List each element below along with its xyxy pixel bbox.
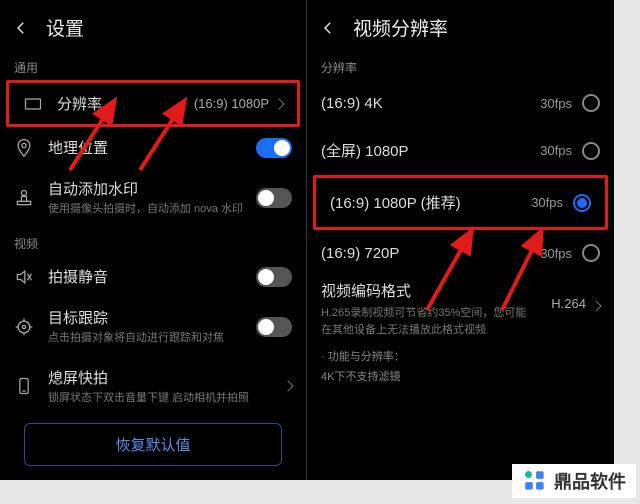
res-fps: 30fps (540, 143, 572, 158)
res-fps: 30fps (540, 96, 572, 111)
page-title: 视频分辨率 (353, 14, 448, 41)
section-video-label: 视频 (0, 227, 306, 256)
res-option-720p[interactable]: (16:9) 720P 30fps (307, 230, 614, 276)
watermark-text: 鼎品软件 (554, 468, 626, 494)
highlight-1080p: (16:9) 1080P (推荐) 30fps (313, 175, 608, 230)
row-screenoff[interactable]: 熄屏快拍 锁屏状态下双击音量下键 启动相机并拍照 (0, 357, 306, 416)
resolution-value: (16:9) 1080P (194, 96, 269, 111)
section-res-label: 分辨率 (307, 51, 614, 80)
header: 设置 (0, 0, 306, 51)
mute-label: 拍摄静音 (48, 266, 256, 287)
res-label: (16:9) 4K (321, 95, 540, 112)
row-encoding[interactable]: 视频编码格式 H.265录制视频可节省约35%空间，您可能在其他设备上无法播放此… (307, 276, 614, 346)
chevron-right-icon (590, 300, 601, 311)
mute-toggle[interactable] (256, 267, 292, 287)
res-option-fullscreen-1080p[interactable]: (全屏) 1080P 30fps (307, 126, 614, 175)
note-line: · 功能与分辨率： (307, 346, 614, 366)
stamp-icon (14, 188, 34, 208)
tracking-label: 目标跟踪 (48, 307, 256, 328)
mute-icon (14, 267, 34, 287)
target-icon (14, 317, 34, 337)
location-icon (14, 138, 34, 158)
res-label: (全屏) 1080P (321, 140, 540, 161)
highlight-resolution: 分辨率 (16:9) 1080P (6, 80, 300, 127)
resolution-label: 分辨率 (57, 93, 194, 114)
encoding-value: H.264 (551, 296, 592, 311)
section-general-label: 通用 (0, 51, 306, 80)
screenoff-label: 熄屏快拍 (48, 367, 284, 388)
screenoff-sub: 锁屏状态下双击音量下键 启动相机并拍照 (48, 391, 284, 406)
watermark-label: 自动添加水印 (48, 178, 256, 199)
row-mute[interactable]: 拍摄静音 (0, 256, 306, 297)
back-icon[interactable] (12, 19, 30, 37)
chevron-right-icon (273, 98, 284, 109)
page-title: 设置 (46, 14, 84, 41)
res-option-1080p[interactable]: (16:9) 1080P (推荐) 30fps (316, 178, 605, 227)
logo-icon (522, 468, 548, 494)
resolution-icon (23, 94, 43, 114)
row-geolocation[interactable]: 地理位置 (0, 127, 306, 168)
res-fps: 30fps (540, 246, 572, 261)
radio-icon[interactable] (582, 142, 600, 160)
header: 视频分辨率 (307, 0, 614, 51)
watermark-toggle[interactable] (256, 188, 292, 208)
watermark: 鼎品软件 (512, 464, 636, 498)
row-tracking[interactable]: 目标跟踪 点击拍摄对象将自动进行跟踪和对焦 (0, 297, 306, 356)
tracking-toggle[interactable] (256, 317, 292, 337)
chevron-right-icon (282, 381, 293, 392)
phone-icon (14, 376, 34, 396)
res-option-4k[interactable]: (16:9) 4K 30fps (307, 80, 614, 126)
radio-icon[interactable] (582, 94, 600, 112)
back-icon[interactable] (319, 19, 337, 37)
radio-icon[interactable] (582, 244, 600, 262)
res-label: (16:9) 720P (321, 245, 540, 262)
row-watermark[interactable]: 自动添加水印 使用摄像头拍摄时，自动添加 nova 水印 (0, 168, 306, 227)
encoding-sub: H.265录制视频可节省约35%空间，您可能在其他设备上无法播放此格式视频 (307, 301, 551, 346)
restore-defaults-button[interactable]: 恢复默认值 (24, 423, 282, 466)
encoding-title: 视频编码格式 (307, 280, 551, 301)
note-line: 4K下不支持滤镜 (307, 366, 614, 386)
settings-panel: 设置 通用 分辨率 (16:9) 1080P 地理位置 自动添加水印 使用摄像头… (0, 0, 307, 480)
video-resolution-panel: 视频分辨率 分辨率 (16:9) 4K 30fps (全屏) 1080P 30f… (307, 0, 614, 480)
watermark-sub: 使用摄像头拍摄时，自动添加 nova 水印 (48, 202, 256, 217)
radio-icon[interactable] (573, 194, 591, 212)
res-fps: 30fps (531, 195, 563, 210)
geo-toggle[interactable] (256, 138, 292, 158)
res-label: (16:9) 1080P (推荐) (330, 192, 531, 213)
geo-label: 地理位置 (48, 137, 256, 158)
tracking-sub: 点击拍摄对象将自动进行跟踪和对焦 (48, 331, 256, 346)
row-resolution[interactable]: 分辨率 (16:9) 1080P (9, 83, 297, 124)
